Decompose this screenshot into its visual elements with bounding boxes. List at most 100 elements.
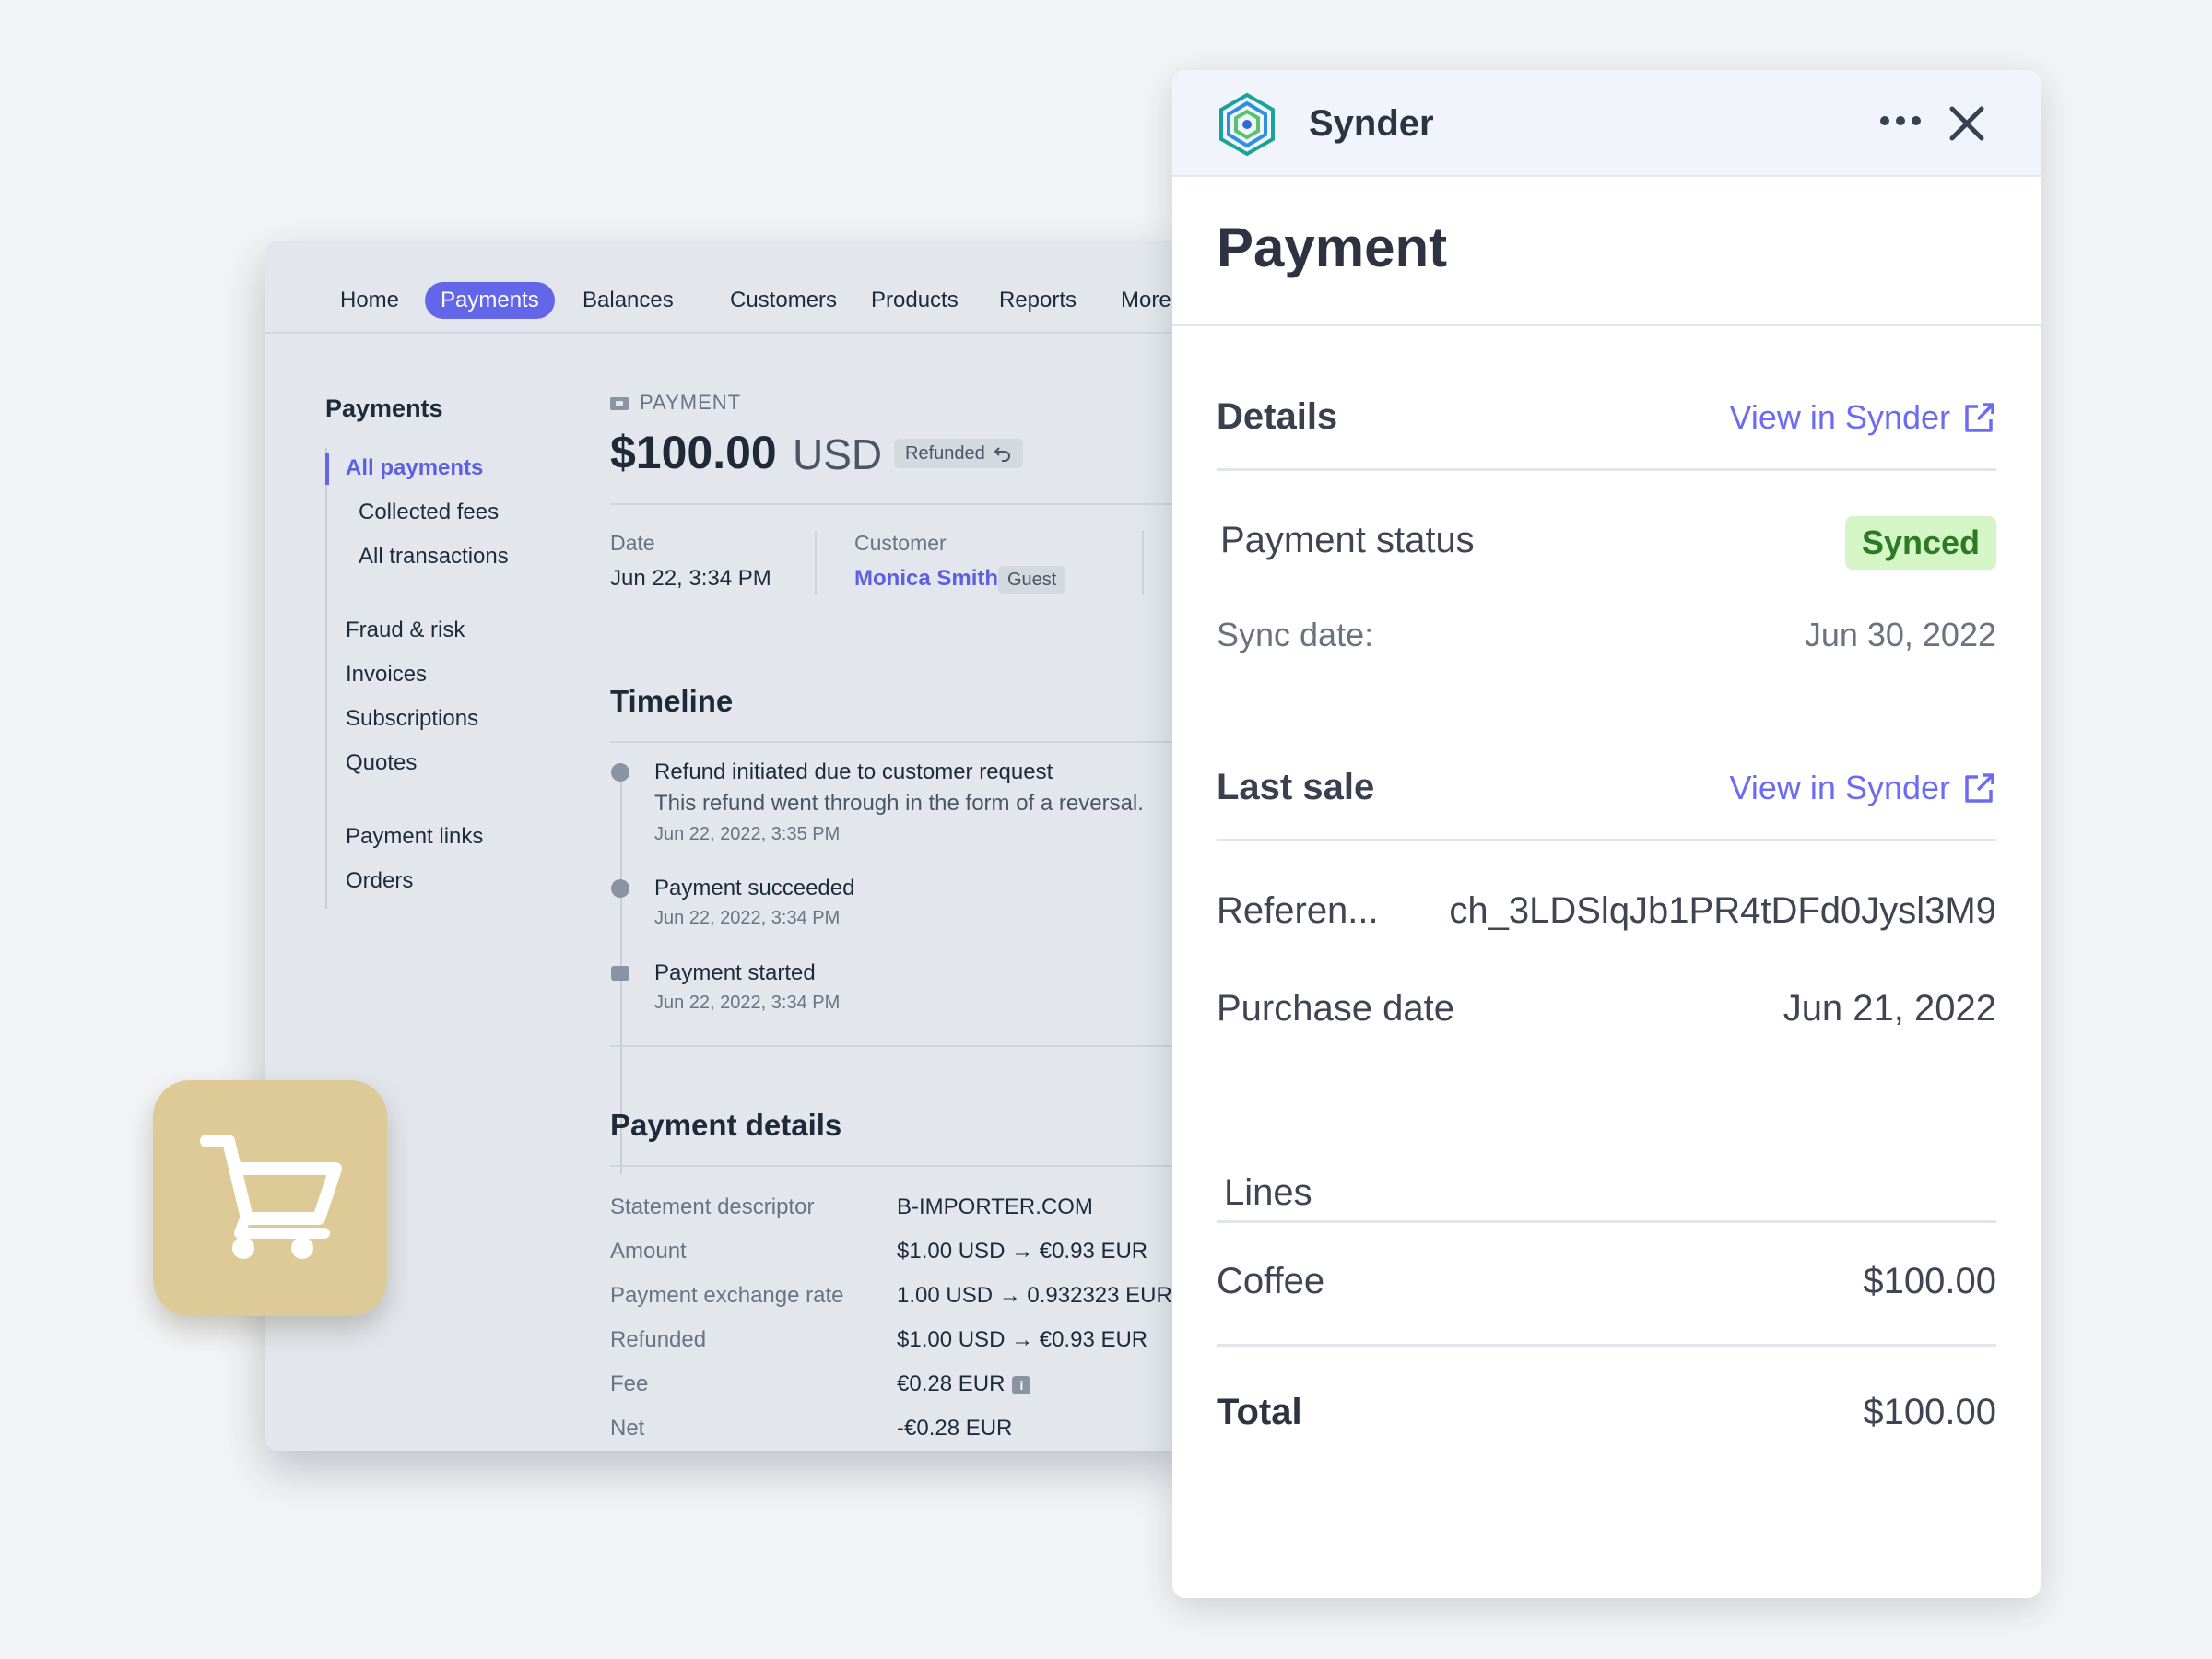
timeline-event-time: Jun 22, 2022, 3:34 PM xyxy=(654,993,841,1013)
payment-label-text: PAYMENT xyxy=(640,391,742,414)
detail-value: $1.00 USD → €0.93 EUR xyxy=(897,1327,1148,1352)
sidebar-item-fraud-risk[interactable]: Fraud & risk xyxy=(346,618,465,643)
sidebar-item-orders[interactable]: Orders xyxy=(346,868,413,894)
timeline-title: Timeline xyxy=(610,684,734,718)
date-value: Jun 22, 3:34 PM xyxy=(610,566,771,591)
timeline-event-title: Payment succeeded xyxy=(654,876,855,900)
more-options-button[interactable] xyxy=(1873,98,1928,144)
payment-label: PAYMENT xyxy=(610,391,741,415)
guest-badge: Guest xyxy=(998,566,1066,594)
detail-label: Amount xyxy=(610,1239,687,1264)
payment-status-label: Payment status xyxy=(1220,520,1475,560)
customer-link[interactable]: Monica Smith xyxy=(854,566,998,592)
nav-balances[interactable]: Balances xyxy=(567,282,689,319)
shopping-cart-app-tile[interactable] xyxy=(153,1080,387,1316)
meta-divider xyxy=(815,531,817,595)
sidebar-item-payment-links[interactable]: Payment links xyxy=(346,824,483,850)
external-link-icon xyxy=(1965,403,1994,432)
detail-value: B-IMPORTER.COM xyxy=(897,1194,1093,1219)
date-label: Date xyxy=(610,531,655,555)
total-value: $100.00 xyxy=(1863,1392,1996,1432)
purchase-date-label: Purchase date xyxy=(1217,988,1454,1029)
wallet-icon xyxy=(610,397,629,410)
dashboard-window: Home Payments Balances Customers Product… xyxy=(265,241,1186,1451)
detail-label: Fee xyxy=(610,1371,649,1396)
detail-value: -€0.28 EUR xyxy=(897,1416,1013,1441)
divider xyxy=(610,1165,1186,1167)
detail-label: Net xyxy=(610,1416,645,1441)
timeline-event-time: Jun 22, 2022, 3:35 PM xyxy=(654,824,841,844)
payment-details-title: Payment details xyxy=(610,1108,842,1142)
synder-logo-icon xyxy=(1219,92,1275,157)
view-in-synder-label: View in Synder xyxy=(1729,398,1950,436)
divider xyxy=(610,1045,1186,1047)
wallet-icon xyxy=(611,966,629,981)
sidebar-item-all-transactions[interactable]: All transactions xyxy=(359,544,509,570)
external-link-icon xyxy=(1965,773,1994,803)
reference-label: Referen... xyxy=(1217,890,1379,931)
detail-value: 1.00 USD → 0.932323 EUR xyxy=(897,1283,1172,1308)
total-label: Total xyxy=(1217,1392,1302,1432)
payment-currency: USD xyxy=(793,430,883,478)
divider xyxy=(1217,839,1996,841)
nav-reports[interactable]: Reports xyxy=(983,282,1092,319)
timeline-event-subtitle: This refund went through in the form of … xyxy=(654,791,1144,816)
sync-date-label: Sync date: xyxy=(1217,616,1374,653)
customer-label: Customer xyxy=(854,531,947,555)
meta-divider xyxy=(1142,531,1144,595)
view-in-synder-link[interactable]: View in Synder xyxy=(1730,769,1996,807)
sidebar-list: All payments Collected fees All transact… xyxy=(325,448,556,909)
nav-payments[interactable]: Payments xyxy=(425,282,555,319)
top-nav: Home Payments Balances Customers Product… xyxy=(265,241,1186,334)
divider xyxy=(1172,324,2041,326)
divider xyxy=(1217,468,1996,471)
info-icon[interactable]: i xyxy=(1012,1375,1031,1394)
divider xyxy=(1217,1220,1996,1223)
sidebar-item-quotes[interactable]: Quotes xyxy=(346,750,417,776)
lines-heading: Lines xyxy=(1224,1172,1312,1213)
sidebar-item-invoices[interactable]: Invoices xyxy=(346,662,427,688)
synced-status-badge: Synced xyxy=(1844,516,1996,570)
sidebar-item-subscriptions[interactable]: Subscriptions xyxy=(346,706,478,732)
nav-customers[interactable]: Customers xyxy=(714,282,853,319)
more-dot xyxy=(1912,116,1921,125)
refund-icon xyxy=(611,763,629,782)
nav-home[interactable]: Home xyxy=(324,282,415,319)
view-in-synder-label: View in Synder xyxy=(1729,769,1950,806)
detail-value-row: €0.28 EUR i xyxy=(897,1371,1031,1397)
detail-value: $1.00 USD → €0.93 EUR xyxy=(897,1239,1148,1264)
close-icon[interactable] xyxy=(1945,101,1989,146)
panel-title: Payment xyxy=(1217,217,1448,278)
detail-label: Refunded xyxy=(610,1327,707,1352)
line-item-name: Coffee xyxy=(1217,1261,1325,1301)
sidebar-title: Payments xyxy=(325,394,443,422)
timeline-event-title: Payment started xyxy=(654,960,816,985)
sync-date-value: Jun 30, 2022 xyxy=(1804,616,1996,653)
sidebar-item-collected-fees[interactable]: Collected fees xyxy=(359,500,499,525)
reference-value: ch_3LDSlqJb1PR4tDFd0Jysl3M9 xyxy=(1449,890,1996,931)
shopping-cart-icon xyxy=(200,1135,342,1259)
brand-name: Synder xyxy=(1309,103,1434,144)
nav-products[interactable]: Products xyxy=(855,282,974,319)
refunded-badge-label: Refunded xyxy=(905,443,985,464)
purchase-date-value: Jun 21, 2022 xyxy=(1783,988,1996,1029)
sidebar-active-indicator xyxy=(325,453,329,485)
panel-header: Synder xyxy=(1172,70,2041,177)
detail-label: Statement descriptor xyxy=(610,1194,815,1219)
timeline-event-title: Refund initiated due to customer request xyxy=(654,759,1053,784)
view-in-synder-link[interactable]: View in Synder xyxy=(1730,398,1996,437)
sidebar-item-all-payments[interactable]: All payments xyxy=(346,455,483,481)
divider xyxy=(610,741,1186,743)
more-dot xyxy=(1896,116,1905,125)
divider xyxy=(610,503,1186,505)
last-sale-heading: Last sale xyxy=(1217,767,1375,807)
details-heading: Details xyxy=(1217,396,1338,437)
more-dot xyxy=(1880,116,1889,125)
refund-arrow-icon xyxy=(994,447,1011,462)
line-item-amount: $100.00 xyxy=(1863,1261,1996,1301)
synder-panel: Synder Payment Details View in Synder Pa… xyxy=(1172,70,2041,1598)
detail-value: €0.28 EUR xyxy=(897,1371,1006,1396)
check-circle-icon xyxy=(611,879,629,898)
payment-amount: $100.00 xyxy=(610,427,777,478)
timeline-event-time: Jun 22, 2022, 3:34 PM xyxy=(654,908,841,928)
